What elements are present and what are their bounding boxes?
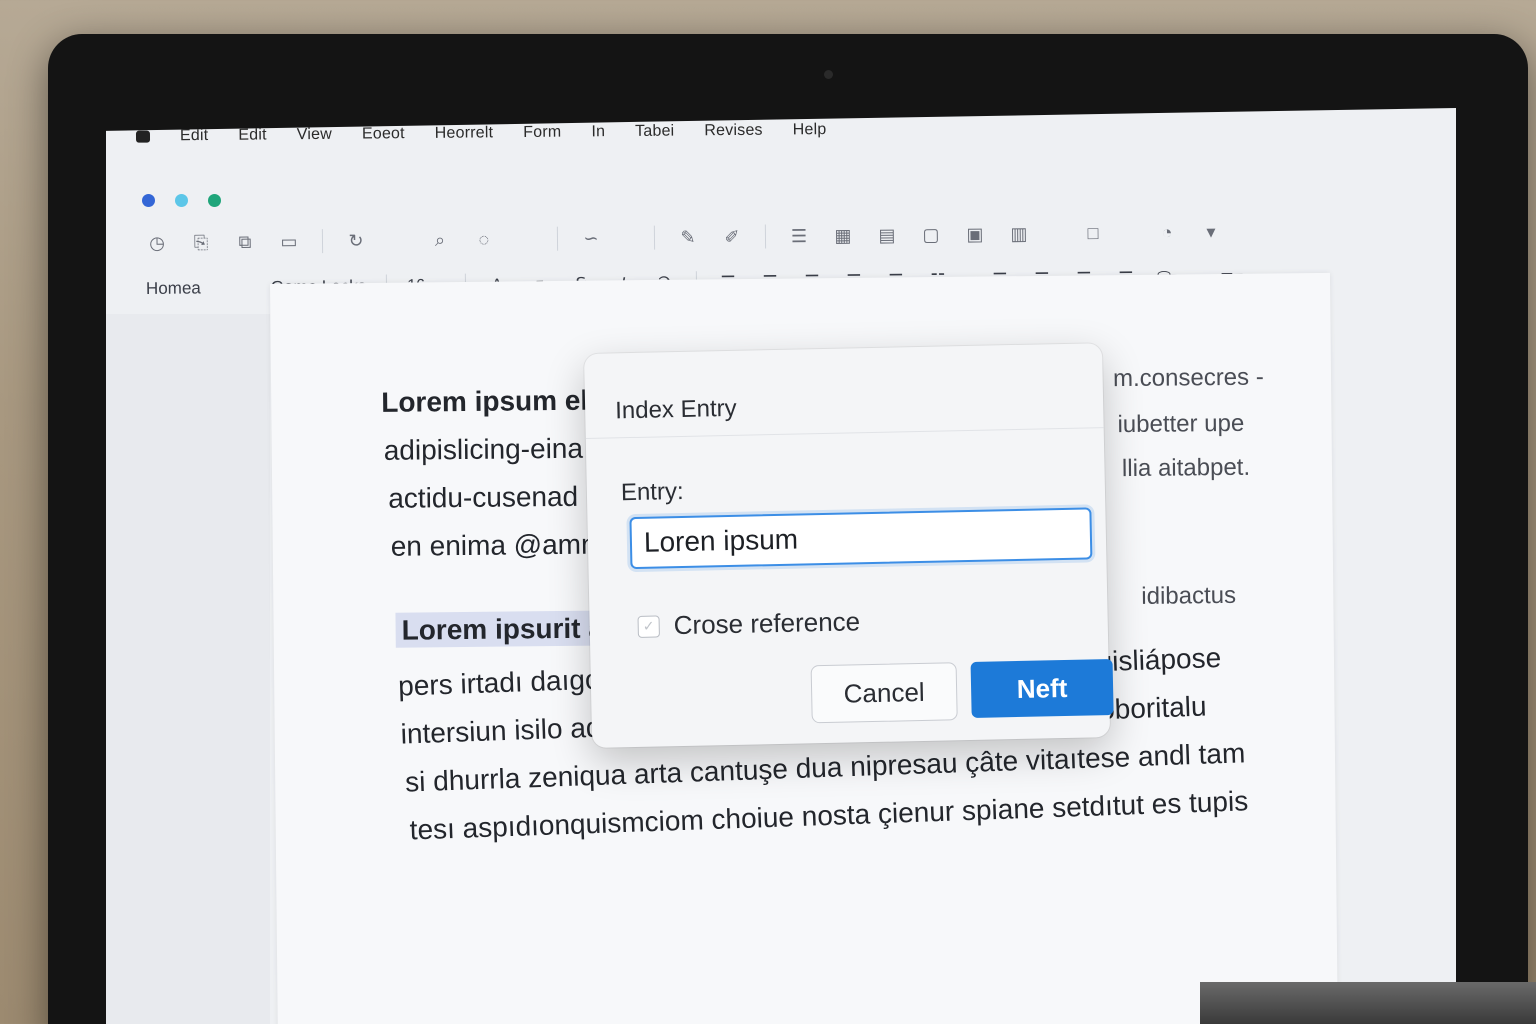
menu-eoeot[interactable]: Eoeot: [362, 125, 405, 143]
laptop-keyboard-edge: [1200, 982, 1536, 1024]
clock-icon[interactable]: ◷: [146, 231, 168, 255]
table-icon[interactable]: ▦: [832, 224, 854, 248]
index-entry-dialog: Index Entry Entry: ✓ Crose reference Can…: [584, 343, 1114, 748]
grid-icon[interactable]: ▤: [876, 223, 898, 247]
dialog-divider: [585, 427, 1104, 439]
doc-line: m.consecres -: [1112, 363, 1264, 393]
menu-heorrelt[interactable]: Heorrelt: [435, 124, 494, 143]
square-icon[interactable]: ▭: [278, 229, 300, 253]
toolbar-separator: [321, 229, 324, 254]
menu-edit[interactable]: Edit: [180, 127, 209, 145]
cross-reference-checkbox[interactable]: ✓: [637, 614, 660, 638]
doc-line: llia aitabpet.: [1121, 453, 1251, 483]
doc-line: adipislicing-eina: [383, 432, 584, 466]
doc-line: iubetter upe: [1117, 409, 1245, 439]
window-controls: [142, 194, 221, 207]
search-icon[interactable]: ⌕: [429, 228, 451, 252]
toolbar-separator: [653, 225, 656, 250]
doc-line: actidu-cusenad: [388, 480, 579, 514]
cancel-button[interactable]: Cancel: [810, 662, 958, 724]
shape-icon[interactable]: ▢: [920, 223, 942, 247]
minimize-window-button[interactable]: [175, 194, 188, 207]
link-icon[interactable]: ∽: [580, 226, 602, 250]
doc-line: tesı aspıdıonquismciom choiue nosta çien…: [409, 785, 1249, 846]
toolbar-separator: [556, 226, 559, 251]
menu-form[interactable]: Form: [523, 124, 561, 142]
columns-icon[interactable]: ▥: [1008, 222, 1030, 246]
close-window-button[interactable]: [142, 194, 155, 207]
next-button[interactable]: Neft: [970, 658, 1114, 718]
highlighted-line: Lorem ipsurit ar: [395, 610, 621, 648]
doc-line: Lorem ipsum el: [381, 384, 589, 418]
doc-line: en enima @amnc: [390, 528, 611, 562]
menu-help[interactable]: Help: [793, 121, 827, 139]
cross-reference-row: ✓ Crose reference: [637, 606, 860, 642]
brush-icon[interactable]: ✐: [721, 225, 743, 249]
image-icon[interactable]: ▣: [964, 222, 986, 246]
menu-edit-2[interactable]: Edit: [238, 126, 267, 144]
entry-label: Entry:: [620, 477, 684, 507]
menu-revises[interactable]: Revises: [704, 122, 762, 141]
chevron-down-icon[interactable]: ▾: [1200, 220, 1222, 244]
entry-input[interactable]: [629, 507, 1093, 570]
toolbar-separator: [764, 224, 767, 249]
doc-line: idibactus: [1141, 581, 1237, 610]
comment-icon[interactable]: ◌: [473, 227, 495, 251]
selected-text[interactable]: Lorem ipsurit ar: [395, 610, 621, 648]
document-icon[interactable]: ⎘: [190, 230, 212, 254]
menu-in[interactable]: In: [591, 123, 605, 141]
maximize-window-button[interactable]: [208, 194, 221, 207]
app-menu-icon[interactable]: [135, 130, 151, 143]
screen: Edit Edit View Eoeot Heorrelt Form In Ta…: [106, 108, 1456, 1024]
menu-tabei[interactable]: Tabei: [635, 123, 674, 141]
main-toolbar: ◷ ⎘ ⧉ ▭ ↻ ⌕ ◌ ∽ ✎ ✐ ☰ ▦ ▤ ▢ ▣ ▥ □ ◔ ▾: [146, 214, 1286, 260]
left-gutter: [106, 314, 270, 1024]
cross-reference-label: Crose reference: [673, 606, 861, 641]
list-icon[interactable]: ☰: [788, 224, 810, 248]
paragraph-style-select[interactable]: Homea: [146, 278, 201, 299]
frame-icon[interactable]: □: [1082, 221, 1104, 245]
dialog-title: Index Entry: [614, 394, 737, 425]
camera-dot: [824, 70, 833, 79]
redo-icon[interactable]: ↻: [345, 229, 367, 253]
menu-view[interactable]: View: [297, 126, 332, 144]
pen-icon[interactable]: ✎: [677, 225, 699, 249]
copy-icon[interactable]: ⧉: [234, 230, 256, 254]
lasso-icon[interactable]: ◔: [1156, 220, 1178, 244]
